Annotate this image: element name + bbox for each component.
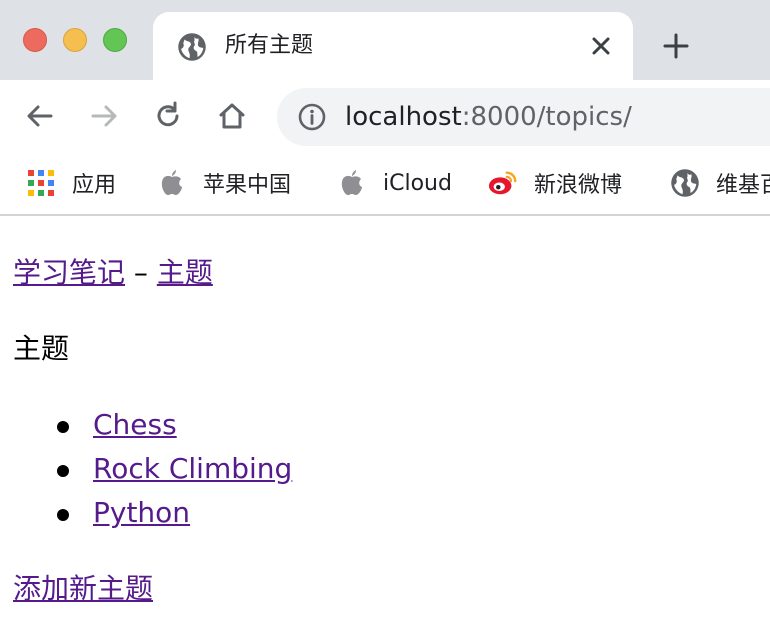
bookmark-label: 苹果中国 — [203, 173, 292, 198]
weibo-icon — [488, 168, 518, 198]
apps-grid-icon — [26, 168, 56, 198]
list-item: Rock Climbing — [56, 450, 292, 494]
minimize-window-button[interactable] — [63, 28, 87, 52]
page-content: 学习笔记 – 主题 主题 Chess Rock Climbing Python … — [0, 218, 770, 622]
topic-link-rock-climbing[interactable]: Rock Climbing — [93, 452, 292, 485]
address-bar[interactable]: localhost:8000/topics/ — [277, 88, 770, 146]
tab-title: 所有主题 — [225, 33, 314, 58]
reload-button[interactable] — [150, 98, 186, 134]
bookmark-label: 新浪微博 — [534, 173, 623, 198]
bookmarks-bar: 应用 苹果中国 iCloud 新浪微博 维基 — [0, 154, 770, 216]
close-window-button[interactable] — [23, 28, 47, 52]
apple-icon — [157, 168, 187, 198]
back-button[interactable] — [22, 98, 58, 134]
page-title: 主题 — [13, 332, 70, 365]
info-icon[interactable] — [297, 102, 327, 132]
apple-icon — [337, 168, 367, 198]
forward-button[interactable] — [86, 98, 122, 134]
arrow-left-icon — [27, 105, 53, 127]
add-topic-paragraph: 添加新主题 — [13, 570, 153, 608]
home-button[interactable] — [214, 98, 250, 134]
url-path: :8000/topics/ — [461, 102, 632, 132]
bookmark-apps[interactable]: 应用 — [26, 166, 116, 200]
arrow-right-icon — [91, 105, 117, 127]
bookmark-apple-china[interactable]: 苹果中国 — [157, 166, 291, 200]
globe-icon — [670, 168, 700, 198]
list-item: Chess — [56, 406, 292, 450]
reload-icon — [157, 101, 179, 127]
close-tab-icon[interactable] — [585, 30, 617, 62]
bookmark-label: iCloud — [383, 170, 452, 196]
list-item: Python — [56, 494, 292, 538]
topic-list: Chess Rock Climbing Python — [56, 406, 292, 538]
bookmark-wikipedia[interactable]: 维基百 — [670, 166, 770, 200]
site-home-link[interactable]: 学习笔记 — [13, 256, 125, 289]
bookmark-label: 维基百 — [716, 173, 770, 198]
bookmark-label: 应用 — [72, 173, 117, 198]
topics-nav-link[interactable]: 主题 — [157, 256, 213, 289]
topic-link-python[interactable]: Python — [93, 496, 190, 529]
bookmark-icloud[interactable]: iCloud — [337, 166, 452, 200]
globe-icon — [177, 32, 207, 62]
new-tab-button[interactable] — [658, 28, 694, 64]
maximize-window-button[interactable] — [103, 28, 127, 52]
url-text[interactable]: localhost:8000/topics/ — [345, 100, 632, 134]
url-host: localhost — [345, 102, 462, 132]
site-header: 学习笔记 – 主题 — [13, 254, 213, 292]
home-icon — [219, 103, 245, 129]
header-separator: – — [133, 256, 148, 289]
topic-link-chess[interactable]: Chess — [93, 408, 177, 441]
bookmark-weibo[interactable]: 新浪微博 — [488, 166, 622, 200]
tab-strip: 所有主题 — [0, 0, 770, 80]
active-tab[interactable]: 所有主题 — [153, 12, 633, 80]
browser-toolbar: localhost:8000/topics/ — [0, 80, 770, 154]
add-topic-link[interactable]: 添加新主题 — [13, 572, 153, 605]
